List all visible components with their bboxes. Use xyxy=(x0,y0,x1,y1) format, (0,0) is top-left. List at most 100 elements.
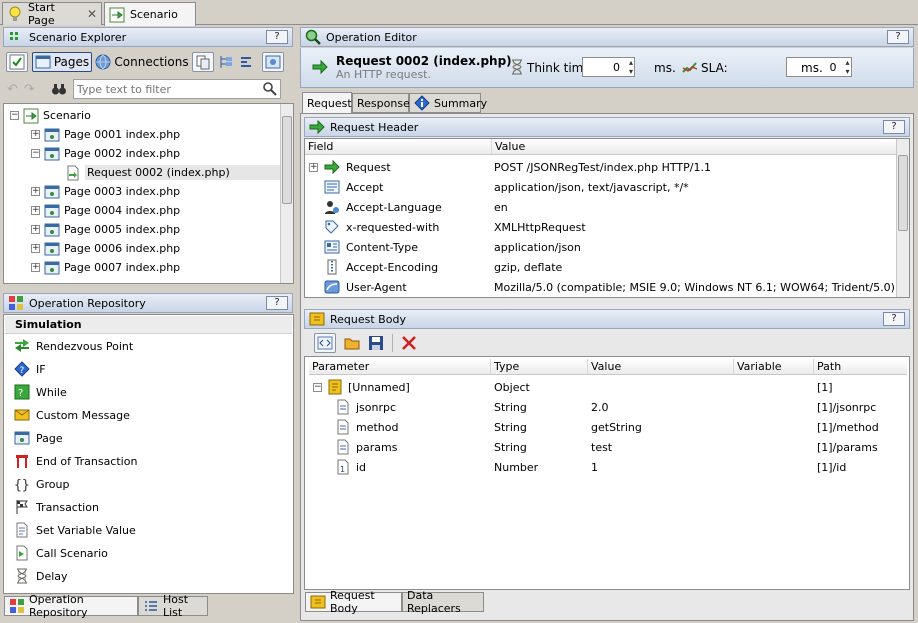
param-path: [1]/method xyxy=(817,420,879,434)
help-button[interactable]: ? xyxy=(887,30,909,44)
think-time-input[interactable]: 0 xyxy=(582,57,635,77)
col-value[interactable]: Value xyxy=(588,359,734,374)
body-param-row[interactable]: jsonrpc String 2.0 [1]/jsonrpc xyxy=(309,397,907,417)
header-row[interactable]: User-Agent Mozilla/5.0 (compatible; MSIE … xyxy=(305,277,896,297)
tab-data-replacers[interactable]: Data Replacers xyxy=(402,589,484,615)
tree-node-label: Scenario xyxy=(43,109,91,122)
tree-scrollbar[interactable] xyxy=(280,104,293,283)
operation-item[interactable]: Rendezvous Point xyxy=(14,336,133,356)
filter-input[interactable] xyxy=(73,80,259,98)
collapse-icon[interactable]: − xyxy=(313,382,322,392)
tree-node-page[interactable]: + Page 0004 index.php xyxy=(31,201,180,220)
pages-toggle-button[interactable]: Pages xyxy=(32,52,92,72)
tab-scenario[interactable]: Scenario xyxy=(104,2,196,26)
collapse-icon[interactable]: − xyxy=(10,111,19,120)
operation-item[interactable]: ? IF xyxy=(14,359,46,379)
operation-item[interactable]: Page xyxy=(14,428,63,448)
check-button[interactable] xyxy=(6,52,28,72)
tab-start-page[interactable]: Start Page ✕ xyxy=(2,1,102,27)
connections-toggle-button[interactable]: Connections xyxy=(95,52,189,72)
tab-summary-label: Summary xyxy=(434,96,488,110)
tab-summary[interactable]: Summary xyxy=(409,93,487,113)
operation-item[interactable]: Delay xyxy=(14,566,68,586)
header-field-cell: + Request xyxy=(305,159,492,175)
tab-request-body[interactable]: Request Body xyxy=(305,589,402,615)
collapse-icon[interactable]: − xyxy=(31,149,40,158)
operation-item[interactable]: End of Transaction xyxy=(14,451,137,471)
tree-collapse-icon[interactable] xyxy=(238,54,254,70)
tab-operation-repository[interactable]: Operation Repository xyxy=(4,593,138,619)
header-row[interactable]: Content-Type application/json xyxy=(305,237,896,257)
document-tab-bar: Start Page ✕ Scenario xyxy=(0,0,918,27)
tree-node-page[interactable]: + Page 0006 index.php xyxy=(31,239,180,258)
header-row[interactable]: Accept application/json, text/javascript,… xyxy=(305,177,896,197)
redo-icon[interactable]: ↷ xyxy=(24,82,35,97)
tree-node-page[interactable]: + Page 0007 index.php xyxy=(31,258,180,277)
request-body-toolbar xyxy=(304,330,910,356)
param-cell: 1 id xyxy=(309,459,491,475)
operation-item[interactable]: ? While xyxy=(14,382,67,402)
close-icon[interactable]: ✕ xyxy=(87,7,97,21)
param-type: Number xyxy=(494,460,539,474)
body-param-row[interactable]: method String getString [1]/method xyxy=(309,417,907,437)
header-row[interactable]: Accept-Language en xyxy=(305,197,896,217)
header-scrollbar[interactable] xyxy=(896,139,909,297)
header-row[interactable]: Accept-Encoding gzip, deflate xyxy=(305,257,896,277)
binoculars-icon[interactable] xyxy=(51,81,67,97)
param-name: method xyxy=(356,420,399,434)
undo-icon[interactable]: ↶ xyxy=(7,82,18,97)
col-path[interactable]: Path xyxy=(814,359,907,374)
header-row[interactable]: x-requested-with XMLHttpRequest xyxy=(305,217,896,237)
tab-response[interactable]: Response xyxy=(352,93,410,113)
open-folder-icon[interactable] xyxy=(344,335,360,351)
code-icon xyxy=(317,335,333,351)
save-icon[interactable] xyxy=(368,335,384,351)
expand-icon[interactable]: + xyxy=(31,244,40,253)
expand-icon[interactable]: + xyxy=(31,263,40,272)
expand-icon[interactable]: + xyxy=(309,162,318,172)
tree-node-request[interactable]: Request 0002 (index.php) xyxy=(52,163,293,182)
col-field[interactable]: Field xyxy=(305,139,492,154)
expand-icon[interactable]: + xyxy=(31,130,40,139)
col-variable[interactable]: Variable xyxy=(734,359,814,374)
operation-item[interactable]: Set Variable Value xyxy=(14,520,136,540)
edit-body-button[interactable] xyxy=(314,333,336,353)
col-value[interactable]: Value xyxy=(492,139,896,154)
request-icon xyxy=(65,165,81,181)
tree-node-page[interactable]: − Page 0002 index.php xyxy=(31,144,180,163)
operation-repository-title: Operation Repository xyxy=(29,296,146,310)
operation-item[interactable]: Custom Message xyxy=(14,405,130,425)
settings-button[interactable] xyxy=(262,52,284,72)
tree-node-label: Page 0006 index.php xyxy=(64,242,181,255)
search-icon[interactable] xyxy=(262,81,278,97)
page-icon xyxy=(44,260,60,276)
help-button[interactable]: ? xyxy=(266,30,288,44)
expand-icon[interactable]: + xyxy=(31,225,40,234)
expand-icon[interactable]: + xyxy=(31,206,40,215)
delete-icon[interactable] xyxy=(401,335,417,351)
body-param-row[interactable]: − [Unnamed] Object [1] xyxy=(309,377,907,397)
view-button[interactable] xyxy=(192,52,214,72)
operation-item[interactable]: Call Scenario xyxy=(14,543,108,563)
help-button[interactable]: ? xyxy=(883,312,905,326)
col-parameter[interactable]: Parameter xyxy=(309,359,491,374)
header-field-cell: User-Agent xyxy=(305,279,492,295)
expand-icon[interactable]: + xyxy=(31,187,40,196)
col-type[interactable]: Type xyxy=(491,359,588,374)
body-param-row[interactable]: 1 id Number 1 [1]/id xyxy=(309,457,907,477)
tree-node-page[interactable]: + Page 0005 index.php xyxy=(31,220,180,239)
tree-node-page[interactable]: + Page 0003 index.php xyxy=(31,182,180,201)
help-button[interactable]: ? xyxy=(266,296,288,310)
operation-item[interactable]: Transaction xyxy=(14,497,99,517)
tab-request[interactable]: Request xyxy=(302,92,352,114)
tree-node-scenario[interactable]: − Scenario xyxy=(10,106,91,125)
tree-expand-icon[interactable] xyxy=(218,54,234,70)
operation-item[interactable]: {} Group xyxy=(14,474,70,494)
help-button[interactable]: ? xyxy=(883,120,905,134)
list-icon xyxy=(143,598,159,614)
body-param-row[interactable]: params String test [1]/params xyxy=(309,437,907,457)
tab-host-list[interactable]: Host List xyxy=(138,593,208,619)
param-value: 2.0 xyxy=(591,400,609,414)
header-row[interactable]: + Request POST /JSONRegTest/index.php HTTP… xyxy=(305,157,896,177)
tree-node-page[interactable]: + Page 0001 index.php xyxy=(31,125,180,144)
